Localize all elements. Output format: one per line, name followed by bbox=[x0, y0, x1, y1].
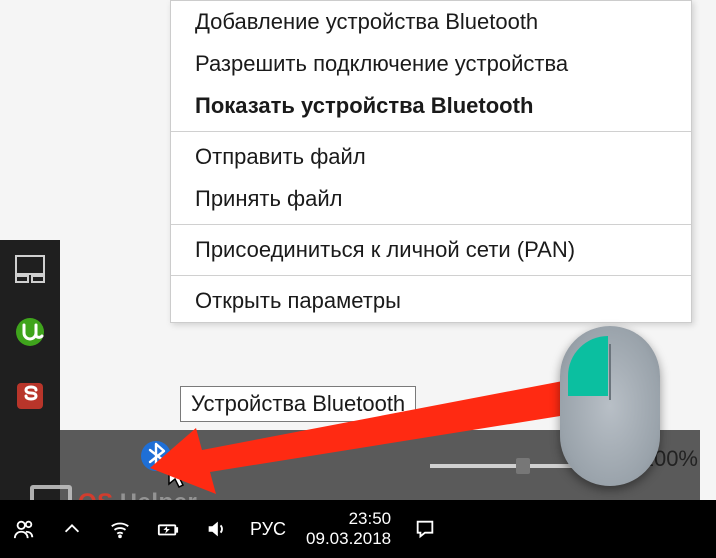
menu-item[interactable]: Разрешить подключение устройства bbox=[171, 43, 691, 85]
menu-item[interactable]: Открыть параметры bbox=[171, 280, 691, 322]
menu-separator bbox=[171, 275, 691, 276]
menu-item[interactable]: Принять файл bbox=[171, 178, 691, 220]
menu-separator bbox=[171, 224, 691, 225]
tray-chevron-up-icon[interactable] bbox=[48, 500, 96, 558]
clock[interactable]: 23:50 09.03.2018 bbox=[296, 509, 401, 548]
menu-item[interactable]: Отправить файл bbox=[171, 136, 691, 178]
bluetooth-tooltip: Устройства Bluetooth bbox=[180, 386, 416, 422]
battery-charging-icon[interactable] bbox=[144, 500, 192, 558]
zoom-slider-knob[interactable] bbox=[516, 458, 530, 474]
menu-item[interactable]: Добавление устройства Bluetooth bbox=[171, 1, 691, 43]
taskbar-pinned-area bbox=[0, 240, 60, 510]
snagit-icon[interactable] bbox=[12, 378, 48, 414]
volume-icon[interactable] bbox=[192, 500, 240, 558]
language-indicator[interactable]: РУС bbox=[240, 519, 296, 540]
annotation-mouse-graphic bbox=[560, 326, 660, 486]
task-view-icon[interactable] bbox=[12, 250, 48, 286]
people-icon[interactable] bbox=[0, 500, 48, 558]
menu-separator bbox=[171, 131, 691, 132]
utorrent-icon[interactable] bbox=[12, 314, 48, 350]
menu-item[interactable]: Присоединиться к личной сети (PAN) bbox=[171, 229, 691, 271]
action-center-icon[interactable] bbox=[401, 500, 449, 558]
annotation-mouse-left-button bbox=[568, 336, 608, 396]
clock-date: 09.03.2018 bbox=[306, 529, 391, 549]
bluetooth-context-menu: Добавление устройства BluetoothРазрешить… bbox=[170, 0, 692, 323]
menu-item[interactable]: Показать устройства Bluetooth bbox=[171, 85, 691, 127]
taskbar: РУС 23:50 09.03.2018 bbox=[0, 500, 716, 558]
clock-time: 23:50 bbox=[349, 509, 392, 529]
wifi-icon[interactable] bbox=[96, 500, 144, 558]
